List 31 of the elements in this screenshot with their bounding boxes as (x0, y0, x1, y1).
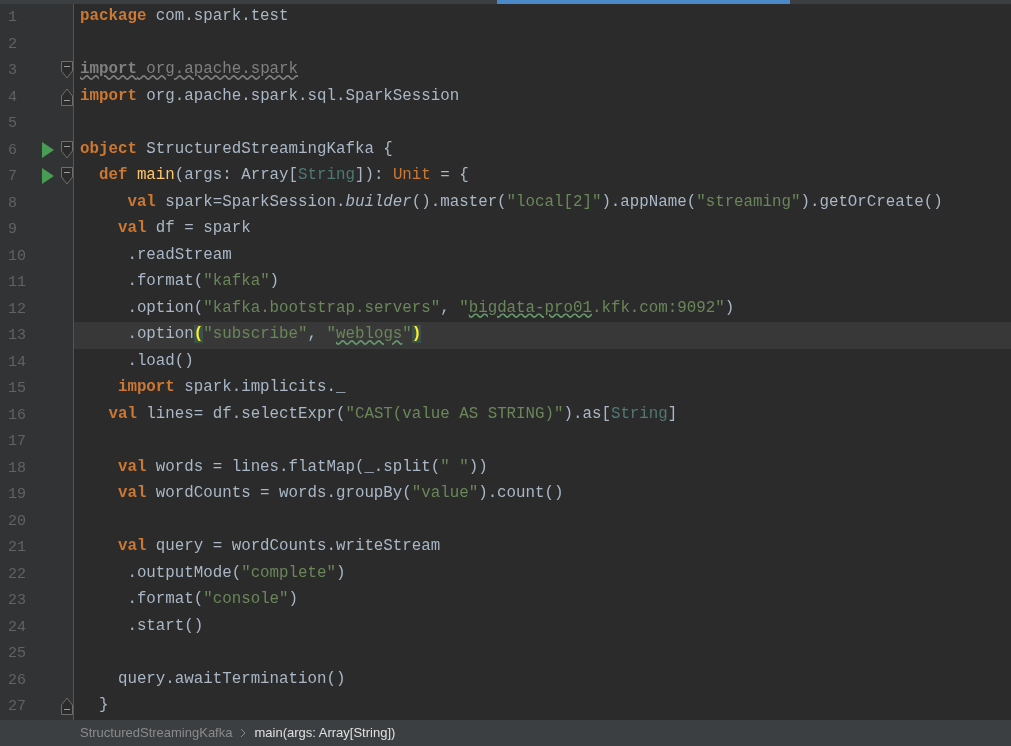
code-line: val query = wordCounts.writeStream (116, 536, 441, 558)
fold-marker-icon[interactable] (60, 87, 73, 106)
fold-marker-icon[interactable] (60, 697, 73, 716)
code-line: val spark=SparkSession.builder().master("local[2]").appName("streaming").getOrCreate() (126, 191, 943, 213)
code-line: } (97, 695, 109, 717)
code-line: query.awaitTermination() (116, 668, 346, 690)
code-line: val lines= df.selectExpr("CAST(value AS STRING)").as[String] (107, 403, 678, 425)
chevron-right-icon (240, 728, 247, 738)
fold-marker-icon[interactable] (60, 167, 73, 186)
code-line: import org.apache.spark.sql.SparkSession (80, 85, 460, 107)
fold-marker-icon[interactable] (60, 61, 73, 80)
code-line: def main(args: Array[String]): Unit = { (97, 165, 469, 187)
play-icon[interactable] (42, 168, 54, 185)
code-line: val df = spark (116, 218, 251, 240)
code-line: .load() (126, 350, 194, 372)
play-icon[interactable] (42, 141, 54, 158)
code-line: .format("console") (126, 589, 299, 611)
code-line: .start() (126, 615, 204, 637)
breadcrumb-item[interactable]: main(args: Array[String]) (254, 723, 396, 743)
code-line: .option("subscribe", "weblogs") (126, 324, 422, 346)
code-line: val words = lines.flatMap(_.split(" ")) (116, 456, 488, 478)
code-line: .outputMode("complete") (126, 562, 346, 584)
code-line: .readStream (126, 244, 232, 266)
code-line: object StructuredStreamingKafka { (80, 138, 393, 160)
code-line: import org.apache.spark (80, 59, 299, 81)
code-line: package com.spark.test (80, 6, 289, 28)
code-line: .option("kafka.bootstrap.servers", "bigdata-pro01.kfk.com:9092") (126, 297, 735, 319)
code-line: import spark.implicits._ (116, 377, 346, 399)
fold-marker-icon[interactable] (60, 140, 73, 159)
code-line: .format("kafka") (126, 271, 280, 293)
code-line: val wordCounts = words.groupBy("value").count() (116, 483, 564, 505)
